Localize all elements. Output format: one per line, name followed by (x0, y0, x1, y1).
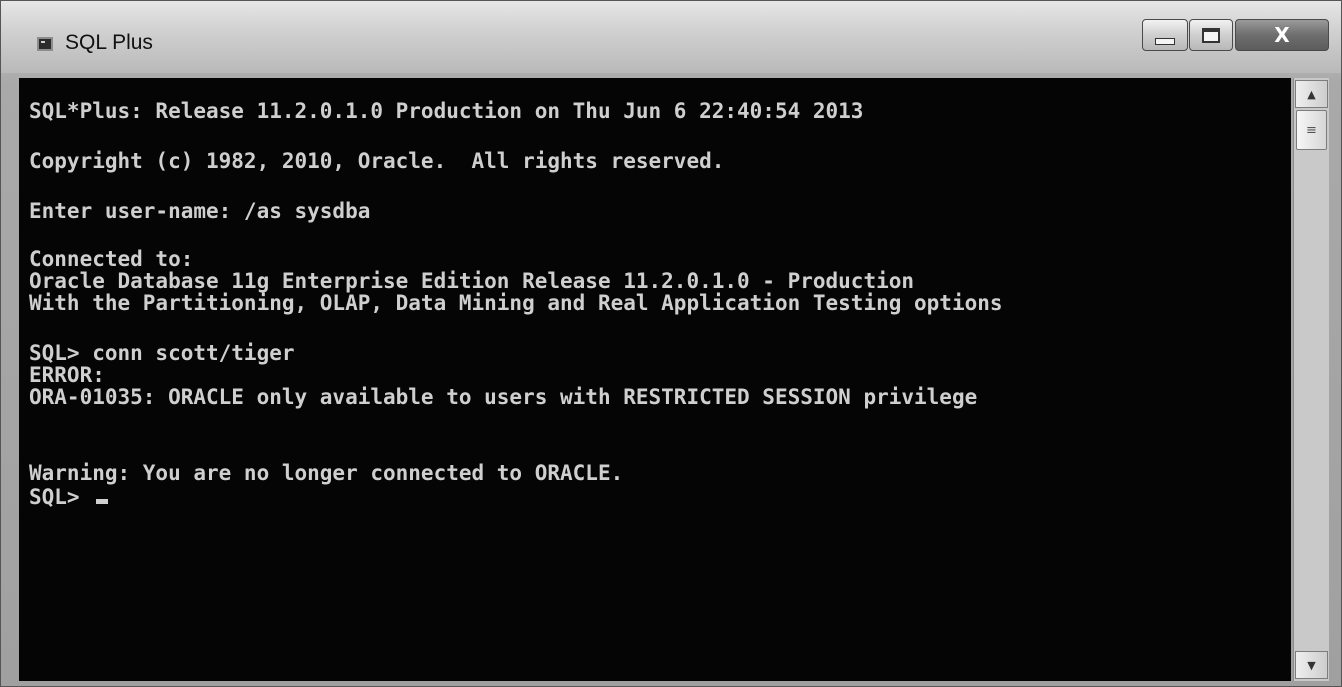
arrow-down-icon: ▼ (1307, 658, 1316, 672)
maximize-icon (1202, 27, 1220, 43)
window-title: SQL Plus (65, 31, 153, 54)
console-line: Connected to: (29, 247, 194, 271)
arrow-up-icon: ▲ (1307, 87, 1316, 101)
minimize-icon (1155, 37, 1175, 45)
scroll-up-button[interactable]: ▲ (1295, 80, 1328, 108)
console-line: With the Partitioning, OLAP, Data Mining… (29, 291, 1003, 315)
sql-prompt: SQL> (29, 485, 93, 509)
console-line: Enter user-name: /as sysdba (29, 199, 371, 223)
console-line: SQL> conn scott/tiger (29, 341, 295, 365)
console-line: ERROR: (29, 363, 105, 387)
scroll-thumb[interactable]: ≡ (1296, 110, 1327, 150)
title-bar[interactable]: SQL Plus X (1, 1, 1341, 73)
minimize-button[interactable] (1142, 19, 1188, 51)
console-line: Oracle Database 11g Enterprise Edition R… (29, 269, 915, 293)
sqlplus-window: SQL Plus X SQL*Plus: Release 11.2.0.1.0 … (0, 0, 1342, 687)
close-icon: X (1274, 23, 1290, 47)
console-line: Copyright (c) 1982, 2010, Oracle. All ri… (29, 149, 725, 173)
grip-icon: ≡ (1306, 122, 1317, 138)
console-line: SQL*Plus: Release 11.2.0.1.0 Production … (29, 99, 864, 123)
console-app-icon[interactable] (37, 37, 53, 51)
vertical-scrollbar[interactable]: ▲ ≡ ▼ (1293, 78, 1329, 681)
close-button[interactable]: X (1235, 19, 1329, 51)
scroll-down-button[interactable]: ▼ (1295, 651, 1328, 679)
console-output[interactable]: SQL*Plus: Release 11.2.0.1.0 Production … (19, 78, 1291, 681)
console-prompt-line[interactable]: SQL> (29, 485, 109, 509)
console-line: Warning: You are no longer connected to … (29, 461, 624, 485)
console-line: ORA-01035: ORACLE only available to user… (29, 385, 978, 409)
text-cursor (96, 499, 109, 504)
maximize-button[interactable] (1189, 19, 1233, 51)
